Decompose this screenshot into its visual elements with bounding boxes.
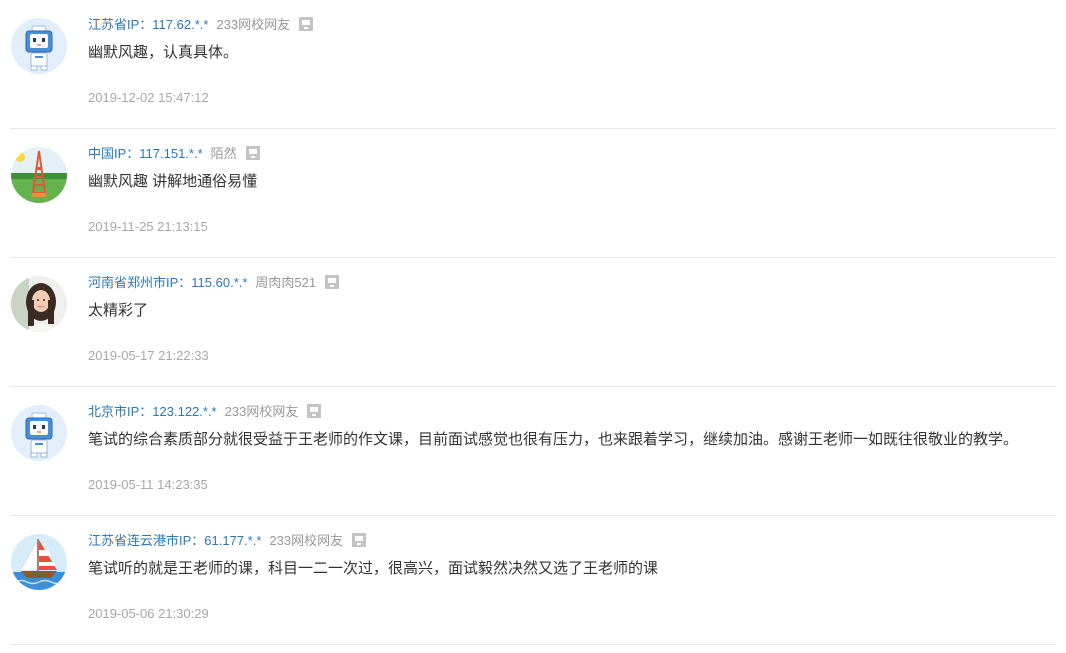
comment-text: 笔试的综合素质部分就很受益于王老师的作文课，目前面试感觉也很有压力，也来跟着学习…	[88, 431, 1019, 448]
username: 陌然	[210, 146, 237, 161]
computer-icon	[299, 17, 314, 31]
computer-icon	[352, 533, 367, 547]
location-ip: 中国IP：117.151.*.*	[88, 146, 203, 161]
location-ip: 北京市IP：123.122.*.*	[88, 404, 217, 419]
robot-mascot-avatar	[11, 18, 67, 74]
username: 233网校网友	[216, 17, 291, 32]
comment-item: 中国IP：117.151.*.* 陌然 幽默风趣 讲解地通俗易懂 2019-11-…	[10, 129, 1056, 258]
comment-date: 2019-05-06 21:30:29	[88, 606, 209, 621]
comment-item: 江苏省连云港市IP：61.177.*.* 233网校网友 笔试听的就是王老师的课，…	[10, 516, 1056, 645]
tower-landscape-avatar	[11, 147, 67, 203]
comment-meta: 江苏省连云港市IP：61.177.*.* 233网校网友	[88, 531, 367, 551]
robot-mascot-avatar	[11, 405, 67, 461]
comment-date: 2019-12-02 15:47:12	[88, 90, 209, 105]
comment-text: 幽默风趣 讲解地通俗易懂	[88, 173, 258, 190]
location-ip: 江苏省连云港市IP：61.177.*.*	[88, 533, 262, 548]
comment-item: 河南省郑州市IP：115.60.*.* 周肉肉521 太精彩了 2019-05-1…	[10, 258, 1056, 387]
username: 233网校网友	[269, 533, 344, 548]
comment-text: 太精彩了	[88, 302, 149, 319]
location-ip: 江苏省IP：117.62.*.*	[88, 17, 209, 32]
comment-date: 2019-05-17 21:22:33	[88, 348, 209, 363]
comment-meta: 中国IP：117.151.*.* 陌然	[88, 144, 260, 164]
computer-icon	[245, 146, 260, 160]
comment-list: 江苏省IP：117.62.*.* 233网校网友 幽默风趣，认真具体。 2019-…	[0, 0, 1066, 653]
sailboat-avatar	[11, 534, 67, 590]
comment-meta: 河南省郑州市IP：115.60.*.* 周肉肉521	[88, 273, 340, 293]
comment-date: 2019-05-11 14:23:35	[88, 477, 208, 492]
comment-meta: 江苏省IP：117.62.*.* 233网校网友	[88, 15, 314, 35]
computer-icon	[307, 404, 322, 418]
comment-item: 北京市IP：123.122.*.* 233网校网友 笔试的综合素质部分就很受益于王…	[10, 387, 1056, 516]
comment-text: 笔试听的就是王老师的课，科目一二一次过，很高兴，面试毅然决然又选了王老师的课	[88, 560, 659, 577]
location-ip: 河南省郑州市IP：115.60.*.*	[88, 275, 248, 290]
username: 233网校网友	[224, 404, 299, 419]
comment-date: 2019-11-25 21:13:15	[88, 219, 208, 234]
comment-meta: 北京市IP：123.122.*.* 233网校网友	[88, 402, 322, 422]
comment-text: 幽默风趣，认真具体。	[88, 44, 239, 61]
computer-icon	[325, 275, 340, 289]
portrait-photo-avatar	[11, 276, 67, 332]
comment-item: 江苏省IP：117.62.*.* 233网校网友 幽默风趣，认真具体。 2019-…	[10, 0, 1056, 129]
username: 周肉肉521	[255, 275, 317, 290]
